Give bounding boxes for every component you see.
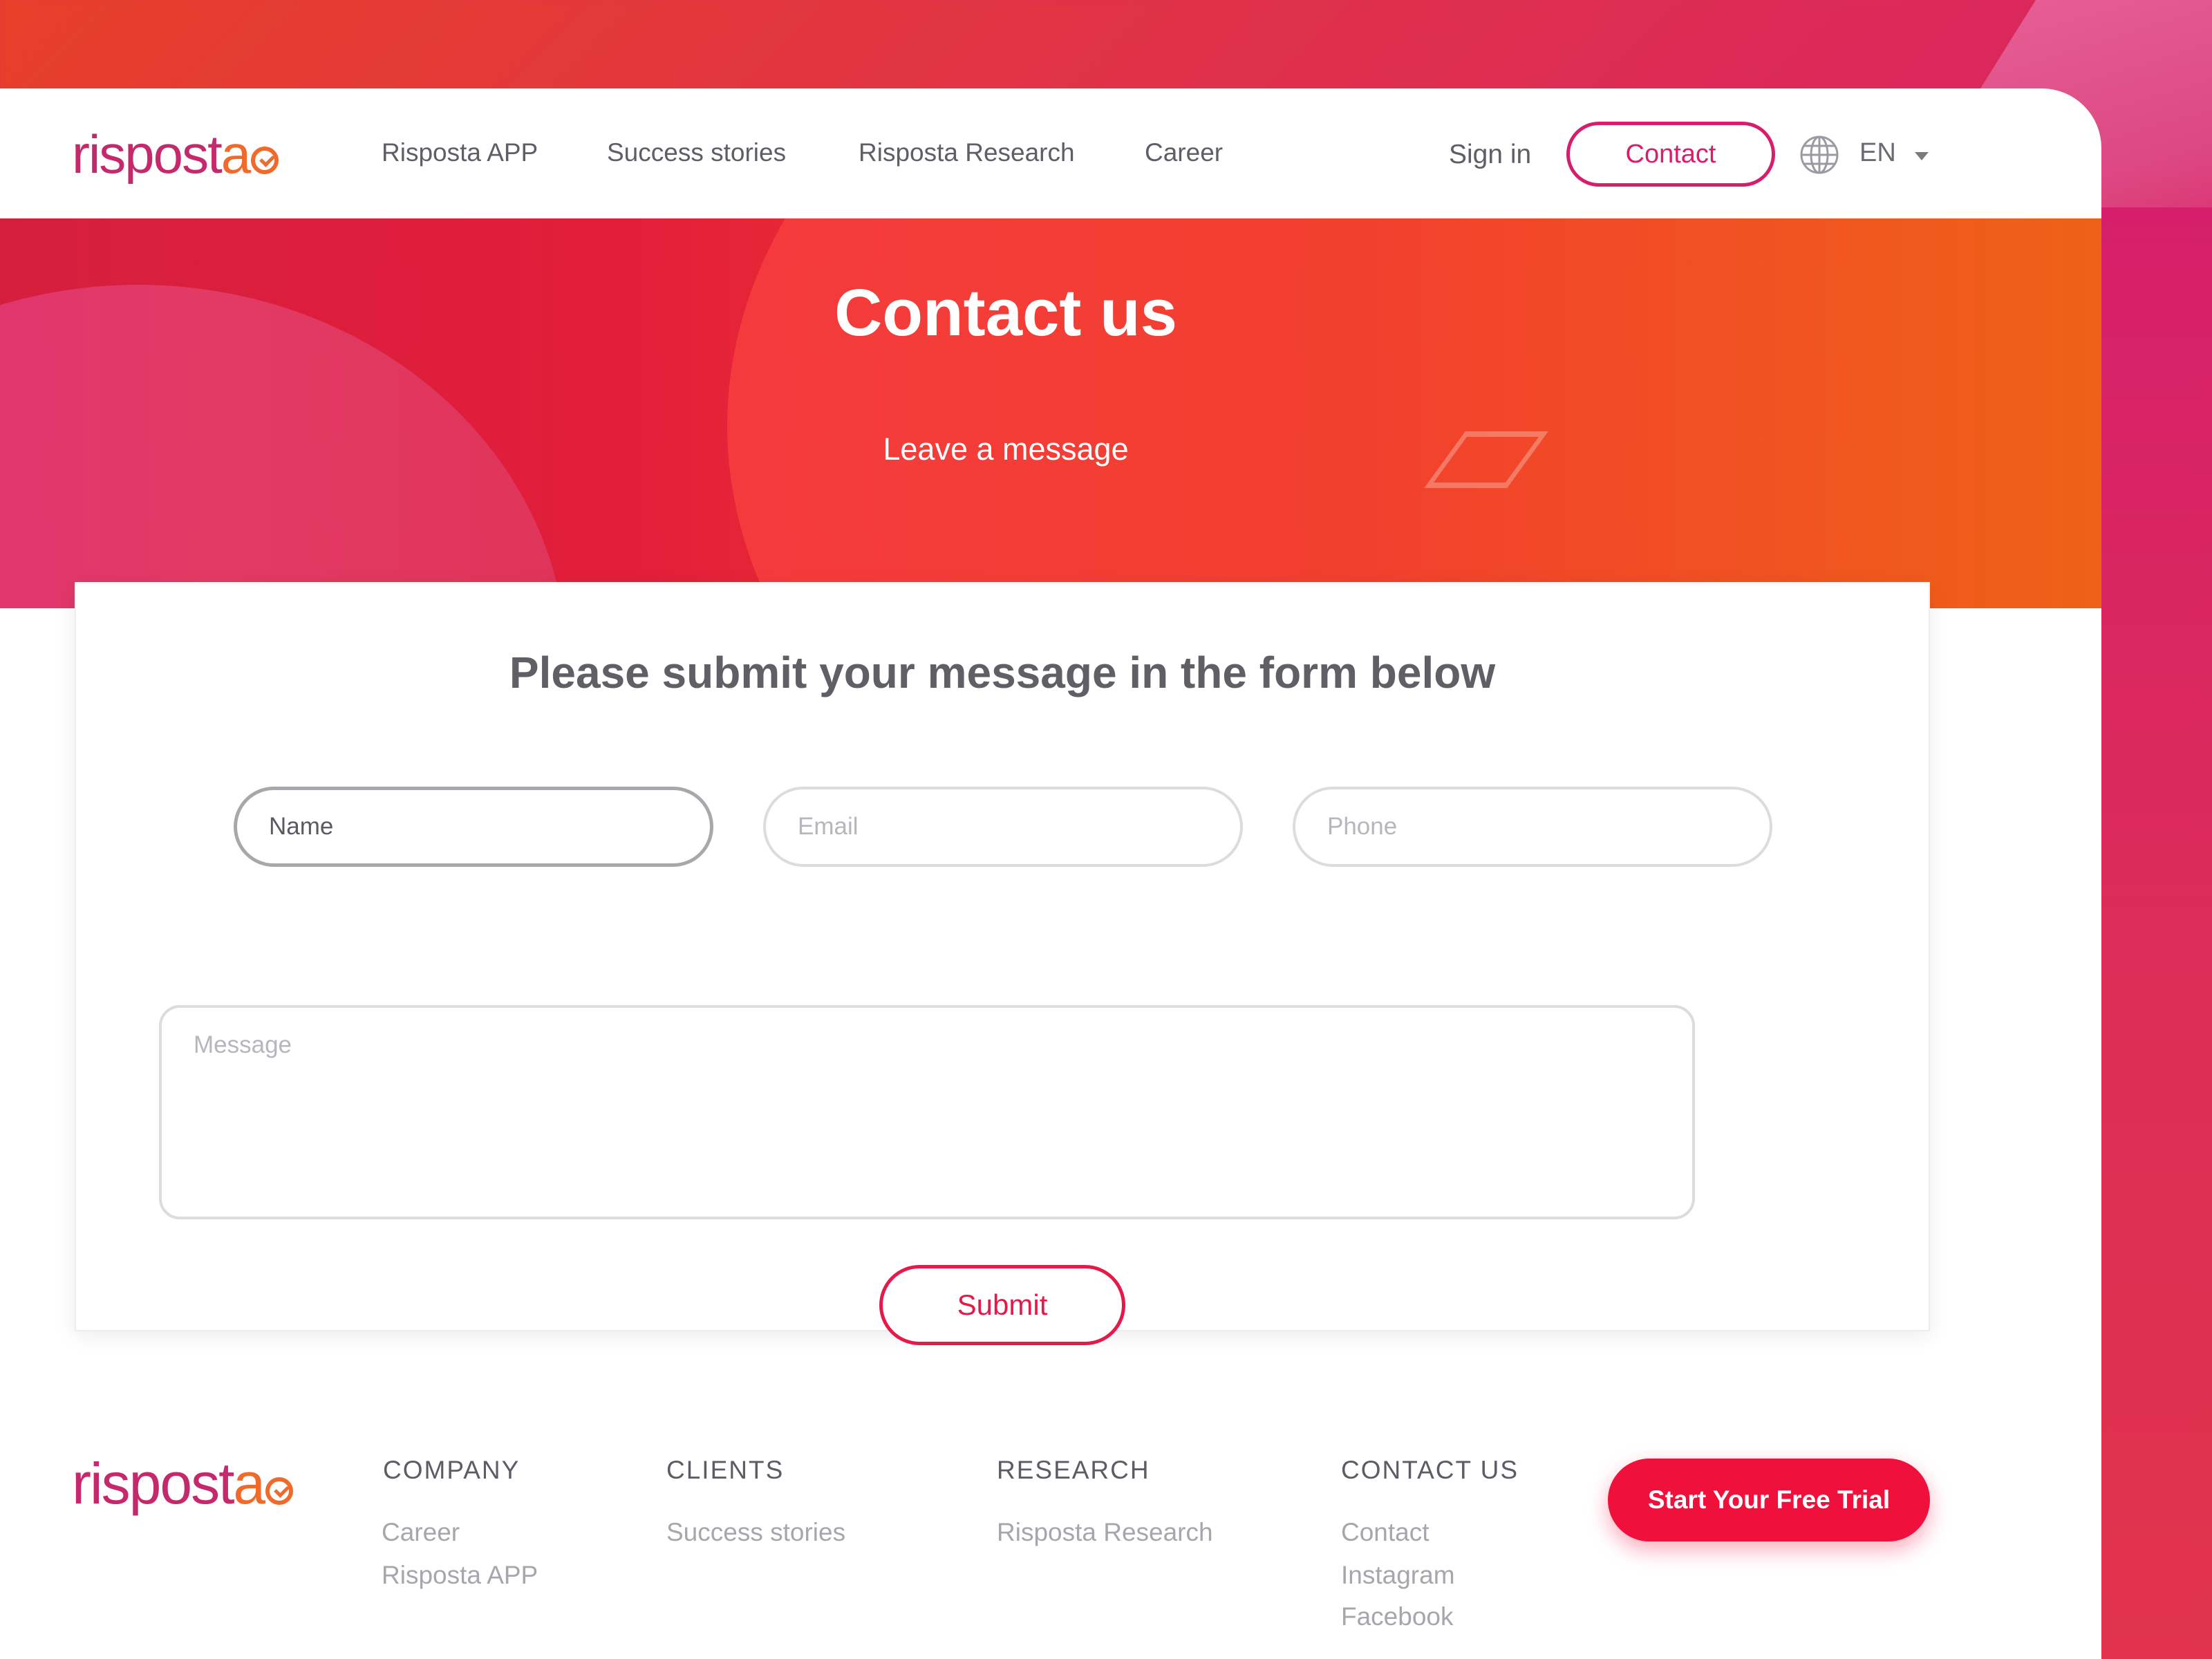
nav-link-success-stories[interactable]: Success stories <box>607 138 786 167</box>
form-title: Please submit your message in the form b… <box>509 648 1496 697</box>
nav-link-career[interactable]: Career <box>1145 138 1223 167</box>
footer-link-contact[interactable]: Contact <box>1341 1518 1430 1547</box>
submit-button[interactable]: Submit <box>879 1265 1125 1345</box>
footer-heading-company: COMPANY <box>383 1456 521 1484</box>
footer-link-facebook[interactable]: Facebook <box>1341 1602 1454 1631</box>
footer-heading-contact-us: CONTACT US <box>1341 1456 1519 1484</box>
footer-link-career[interactable]: Career <box>382 1518 460 1547</box>
logo-check-icon <box>251 147 279 174</box>
footer-link-risposta-research[interactable]: Risposta Research <box>997 1518 1213 1547</box>
footer-heading-research: RESEARCH <box>997 1456 1150 1484</box>
risposta-logo[interactable]: risposta <box>72 123 279 186</box>
sign-in-link[interactable]: Sign in <box>1449 140 1531 170</box>
caret-down-icon[interactable] <box>1915 152 1929 160</box>
logo-text: rispost <box>72 124 223 185</box>
logo-check-icon <box>265 1477 294 1505</box>
footer-logo-accent: a <box>233 1451 265 1516</box>
hero-subtitle: Leave a message <box>883 431 1129 467</box>
contact-button[interactable]: Contact <box>1566 122 1775 187</box>
footer-logo[interactable]: risposta <box>72 1450 294 1517</box>
nav-link-risposta-research[interactable]: Risposta Research <box>859 138 1075 167</box>
globe-icon[interactable] <box>1799 134 1840 176</box>
email-input[interactable] <box>763 787 1243 867</box>
phone-input[interactable] <box>1293 787 1772 867</box>
hero-banner: Contact us Leave a message <box>0 218 2101 608</box>
background-strip <box>2101 207 2212 1659</box>
nav-link-risposta-app[interactable]: Risposta APP <box>382 138 538 167</box>
footer-link-risposta-app[interactable]: Risposta APP <box>382 1561 538 1590</box>
logo-text-accent: a <box>221 124 251 185</box>
name-input[interactable] <box>234 787 713 867</box>
browser-page: risposta Risposta APP Success stories Ri… <box>0 88 2101 1659</box>
hero-title: Contact us <box>834 276 1178 350</box>
footer-heading-clients: CLIENTS <box>666 1456 785 1484</box>
message-textarea[interactable] <box>159 1005 1695 1219</box>
start-free-trial-button[interactable]: Start Your Free Trial <box>1608 1459 1930 1541</box>
language-selector[interactable]: EN <box>1859 138 1896 168</box>
footer-link-success-stories[interactable]: Success stories <box>666 1518 845 1547</box>
top-navigation: risposta Risposta APP Success stories Ri… <box>0 88 2101 218</box>
footer-link-instagram[interactable]: Instagram <box>1341 1561 1455 1590</box>
footer-logo-text: rispost <box>72 1451 234 1516</box>
